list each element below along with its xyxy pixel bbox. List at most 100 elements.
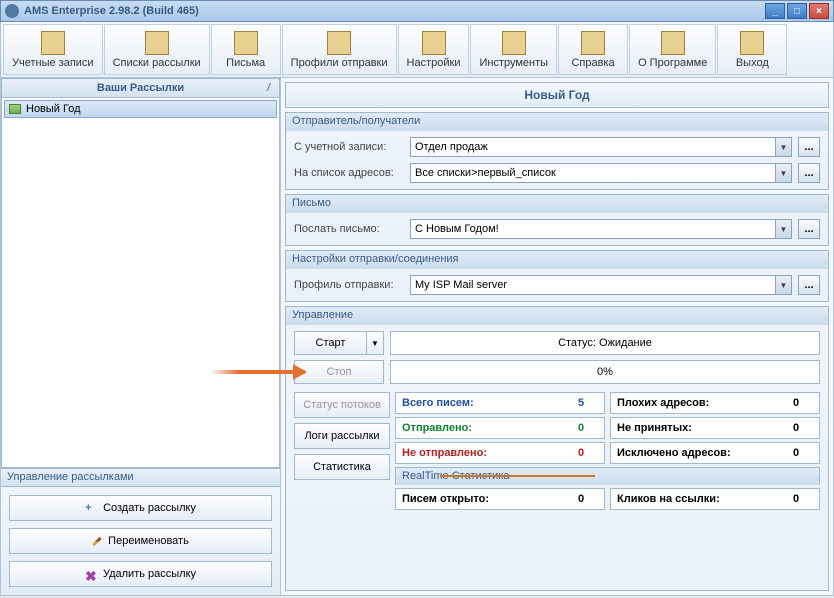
logs-button[interactable]: Логи рассылки bbox=[294, 423, 390, 449]
stat-clicks: Кликов на ссылки: 0 bbox=[610, 488, 820, 510]
create-mailing-button[interactable]: + Создать рассылку bbox=[9, 495, 272, 521]
app-icon bbox=[5, 4, 19, 18]
control-group-header: Управление bbox=[286, 307, 828, 325]
about-label: О Программе bbox=[638, 57, 707, 69]
opened-label: Писем открыто: bbox=[402, 493, 578, 505]
chevron-down-icon[interactable]: ▼ bbox=[775, 138, 791, 156]
profile-value: My ISP Mail server bbox=[415, 279, 507, 291]
create-label: Создать рассылку bbox=[103, 502, 196, 514]
progress-bar: 0% bbox=[390, 360, 820, 384]
clicks-value: 0 bbox=[793, 493, 813, 505]
conn-group-header: Настройки отправки/соединения bbox=[286, 251, 828, 269]
letter-group-header: Письмо bbox=[286, 195, 828, 213]
stat-rejected: Не принятых: 0 bbox=[610, 417, 820, 439]
tree-item[interactable]: Новый Год bbox=[4, 100, 277, 118]
profiles-button[interactable]: Профили отправки bbox=[282, 24, 397, 75]
plus-icon: + bbox=[85, 502, 97, 514]
chevron-down-icon[interactable]: ▼ bbox=[775, 276, 791, 294]
stat-opened: Писем открыто: 0 bbox=[395, 488, 605, 510]
from-account-label: С учетной записи: bbox=[294, 141, 404, 153]
send-letter-value: С Новым Годом! bbox=[415, 223, 499, 235]
close-button[interactable]: × bbox=[809, 3, 829, 19]
about-button[interactable]: О Программе bbox=[629, 24, 716, 75]
rename-mailing-button[interactable]: Переименовать bbox=[9, 528, 272, 554]
settings-label: Настройки bbox=[407, 57, 461, 69]
from-account-value: Отдел продаж bbox=[415, 141, 488, 153]
accounts-button[interactable]: Учетные записи bbox=[3, 24, 103, 75]
total-value: 5 bbox=[578, 397, 598, 409]
from-account-combo[interactable]: Отдел продаж ▼ bbox=[410, 137, 792, 157]
minimize-button[interactable]: _ bbox=[765, 3, 785, 19]
opened-value: 0 bbox=[578, 493, 598, 505]
pencil-icon bbox=[93, 536, 102, 545]
to-list-browse-button[interactable]: ... bbox=[798, 163, 820, 183]
exit-label: Выход bbox=[736, 57, 769, 69]
accounts-icon bbox=[41, 31, 65, 55]
start-button[interactable]: Старт bbox=[294, 331, 366, 355]
start-dropdown-button[interactable]: ▼ bbox=[366, 331, 384, 355]
send-letter-label: Послать письмо: bbox=[294, 223, 404, 235]
main-toolbar: Учетные записи Списки рассылки Письма Профи… bbox=[0, 22, 834, 78]
delete-label: Удалить рассылку bbox=[103, 568, 196, 580]
stop-button[interactable]: Стоп bbox=[294, 360, 384, 384]
lists-button[interactable]: Списки рассылки bbox=[104, 24, 210, 75]
mailings-tree[interactable]: Новый Год bbox=[1, 98, 280, 468]
realtime-header: RealTime Статистика bbox=[395, 467, 820, 485]
mailings-panel-header: Ваши Рассылки / bbox=[1, 78, 280, 98]
stat-total: Всего писем: 5 bbox=[395, 392, 605, 414]
stat-bad: Плохих адресов: 0 bbox=[610, 392, 820, 414]
maximize-button[interactable]: □ bbox=[787, 3, 807, 19]
exit-icon bbox=[740, 31, 764, 55]
tools-icon bbox=[502, 31, 526, 55]
settings-icon bbox=[422, 31, 446, 55]
campaign-title: Новый Год bbox=[285, 82, 829, 108]
stat-excluded: Исключено адресов: 0 bbox=[610, 442, 820, 464]
stat-sent: Отправлено: 0 bbox=[395, 417, 605, 439]
titlebar: AMS Enterprise 2.98.2 (Build 465) _ □ × bbox=[0, 0, 834, 22]
chevron-down-icon[interactable]: ▼ bbox=[775, 164, 791, 182]
status-display: Статус: Ожидание bbox=[390, 331, 820, 355]
notsent-value: 0 bbox=[578, 447, 598, 459]
to-list-label: На список адресов: bbox=[294, 167, 404, 179]
chevron-down-icon[interactable]: ▼ bbox=[775, 220, 791, 238]
profiles-label: Профили отправки bbox=[291, 57, 388, 69]
profiles-icon bbox=[327, 31, 351, 55]
thread-status-button[interactable]: Статус потоков bbox=[294, 392, 390, 418]
letters-button[interactable]: Письма bbox=[211, 24, 281, 75]
letters-label: Письма bbox=[226, 57, 265, 69]
profile-browse-button[interactable]: ... bbox=[798, 275, 820, 295]
sender-group-header: Отправитель/получатели bbox=[286, 113, 828, 131]
rename-label: Переименовать bbox=[108, 535, 189, 547]
sent-value: 0 bbox=[578, 422, 598, 434]
mailing-icon bbox=[9, 104, 21, 114]
rejected-value: 0 bbox=[793, 422, 813, 434]
about-icon bbox=[661, 31, 685, 55]
delete-mailing-button[interactable]: ✖ Удалить рассылку bbox=[9, 561, 272, 587]
bad-label: Плохих адресов: bbox=[617, 397, 793, 409]
delete-icon: ✖ bbox=[85, 568, 97, 580]
help-button[interactable]: Справка bbox=[558, 24, 628, 75]
tools-button[interactable]: Инструменты bbox=[470, 24, 557, 75]
exit-button[interactable]: Выход bbox=[717, 24, 787, 75]
help-icon bbox=[581, 31, 605, 55]
excluded-label: Исключено адресов: bbox=[617, 447, 793, 459]
panel-collapse-icon[interactable]: / bbox=[267, 82, 277, 94]
profile-label: Профиль отправки: bbox=[294, 279, 404, 291]
from-account-browse-button[interactable]: ... bbox=[798, 137, 820, 157]
profile-combo[interactable]: My ISP Mail server ▼ bbox=[410, 275, 792, 295]
clicks-label: Кликов на ссылки: bbox=[617, 493, 793, 505]
settings-button[interactable]: Настройки bbox=[398, 24, 470, 75]
lists-label: Списки рассылки bbox=[113, 57, 201, 69]
tools-label: Инструменты bbox=[479, 57, 548, 69]
send-letter-browse-button[interactable]: ... bbox=[798, 219, 820, 239]
total-label: Всего писем: bbox=[402, 397, 578, 409]
notsent-label: Не отправлено: bbox=[402, 447, 578, 459]
letters-icon bbox=[234, 31, 258, 55]
sent-label: Отправлено: bbox=[402, 422, 578, 434]
send-letter-combo[interactable]: С Новым Годом! ▼ bbox=[410, 219, 792, 239]
accounts-label: Учетные записи bbox=[12, 57, 94, 69]
rejected-label: Не принятых: bbox=[617, 422, 793, 434]
lists-icon bbox=[145, 31, 169, 55]
to-list-combo[interactable]: Все списки>первый_список ▼ bbox=[410, 163, 792, 183]
statistics-button[interactable]: Статистика bbox=[294, 454, 390, 480]
